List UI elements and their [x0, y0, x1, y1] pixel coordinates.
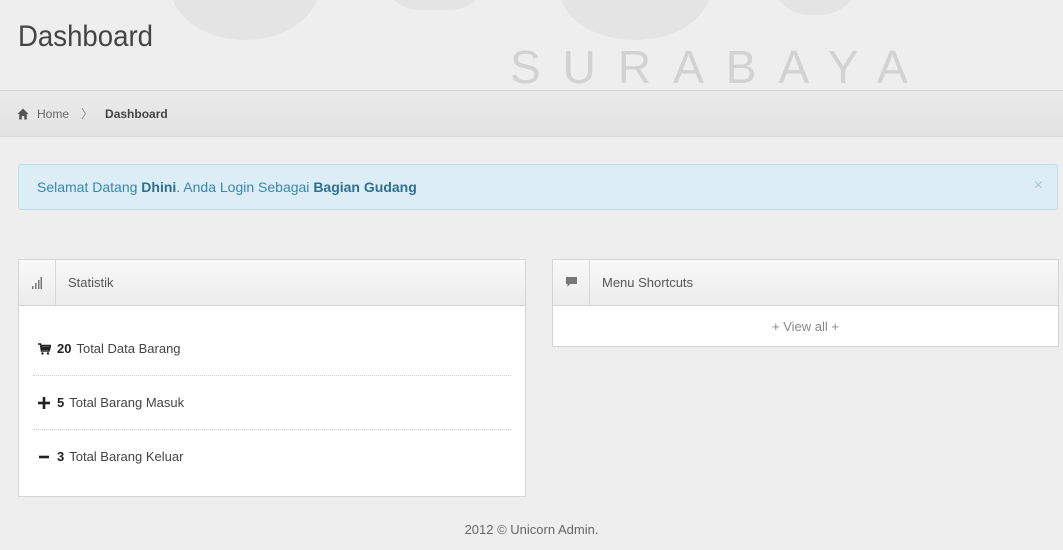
breadcrumb: Home 〉 Dashboard — [0, 91, 1063, 137]
stat-label: Total Data Barang — [76, 341, 181, 356]
stat-count: 5 — [57, 395, 65, 410]
page-header: Dashboard — [0, 0, 1063, 91]
alert-role: Bagian Gudang — [313, 179, 417, 195]
breadcrumb-home-link[interactable]: Home — [37, 107, 69, 121]
view-all-link[interactable]: + View all + — [553, 306, 1058, 346]
stat-label: Total Barang Keluar — [69, 449, 184, 464]
plus-icon — [37, 396, 51, 410]
comment-icon — [553, 260, 590, 305]
cart-icon — [37, 342, 51, 356]
stat-item-total-barang-keluar[interactable]: 3 Total Barang Keluar — [33, 430, 511, 483]
stat-item-total-data-barang[interactable]: 20 Total Data Barang — [33, 322, 511, 376]
stat-item-total-barang-masuk[interactable]: 5 Total Barang Masuk — [33, 376, 511, 430]
minus-icon — [37, 450, 51, 464]
stat-count: 3 — [57, 449, 65, 464]
breadcrumb-current[interactable]: Dashboard — [105, 107, 168, 121]
stat-list: 20 Total Data Barang 5 Total Barang Masu… — [19, 322, 525, 483]
alert-middle-text: . Anda Login Sebagai — [176, 179, 310, 195]
breadcrumb-separator: 〉 — [81, 107, 94, 121]
statistik-widget: Statistik 20 Total Data Barang 5 Total B… — [18, 259, 526, 497]
alert-user-name: Dhini — [141, 179, 177, 195]
menu-shortcuts-widget-title: Menu Shortcuts — [602, 275, 694, 290]
menu-shortcuts-widget: Menu Shortcuts + View all + — [552, 259, 1059, 347]
statistik-widget-title: Statistik — [68, 275, 114, 290]
stat-count: 20 — [57, 341, 72, 356]
page-title: Dashboard — [18, 20, 154, 53]
statistik-widget-header: Statistik — [19, 260, 525, 306]
signal-bars-icon — [19, 260, 56, 305]
footer-copyright: 2012 © Unicorn Admin. — [464, 522, 599, 537]
alert-greeting: Selamat Datang — [37, 179, 138, 195]
home-icon[interactable] — [17, 108, 29, 120]
welcome-alert: Selamat Datang Dhini. Anda Login Sebagai… — [18, 164, 1058, 210]
stat-label: Total Barang Masuk — [69, 395, 185, 410]
menu-shortcuts-widget-header: Menu Shortcuts — [553, 260, 1058, 306]
close-icon[interactable]: × — [1034, 177, 1043, 195]
